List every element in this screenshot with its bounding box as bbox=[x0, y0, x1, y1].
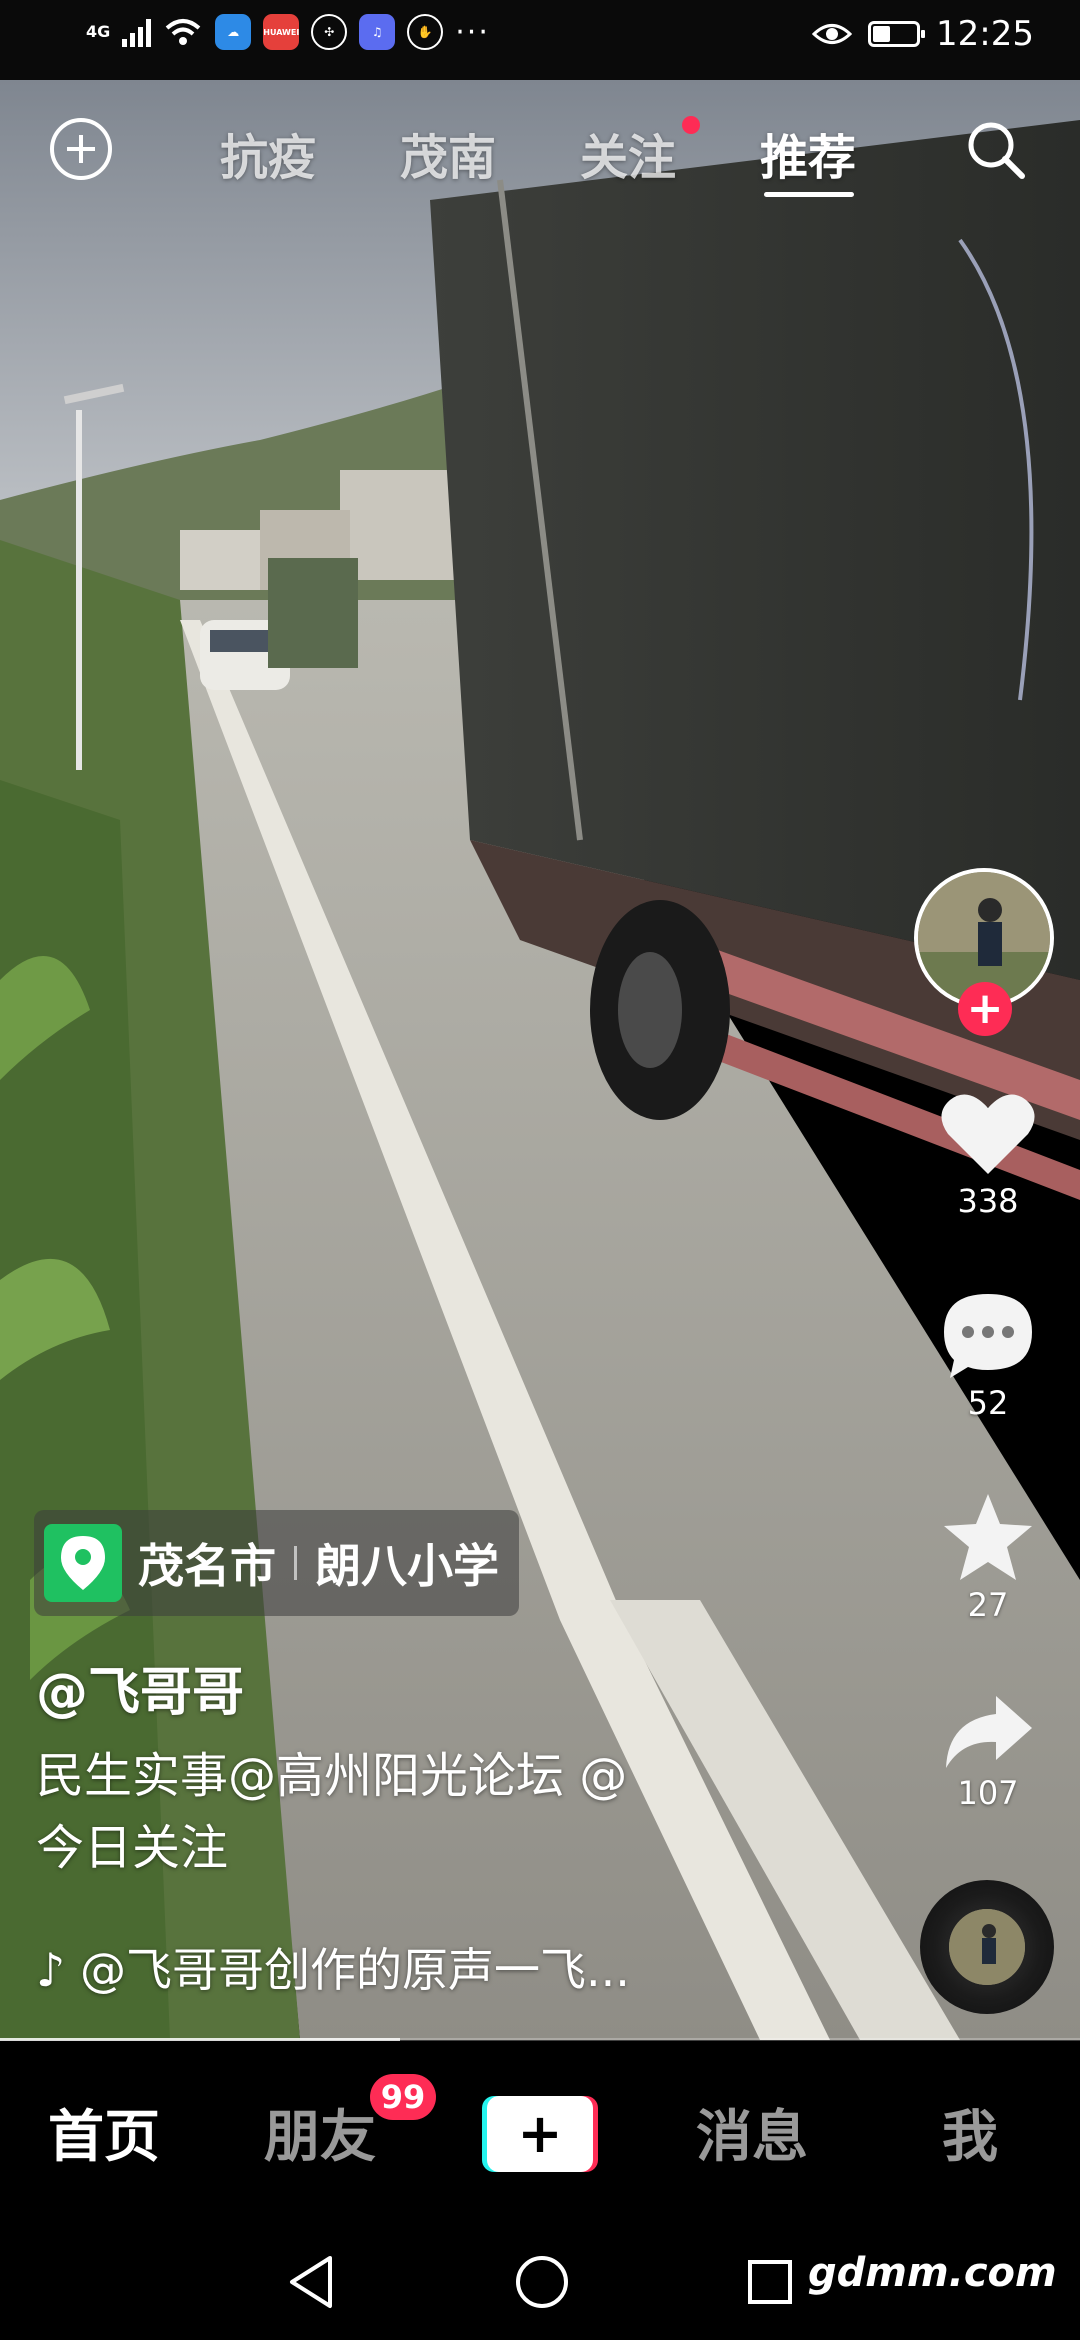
music-title: @飞哥哥创作的原声一飞... bbox=[79, 1943, 630, 1997]
like-count: 338 bbox=[957, 1182, 1019, 1220]
music-icon: ♫ bbox=[359, 14, 396, 50]
more-notifications-icon: ··· bbox=[455, 14, 490, 50]
like-button[interactable]: 338 bbox=[928, 1090, 1048, 1220]
add-channel-button[interactable] bbox=[50, 118, 112, 180]
heart-icon bbox=[941, 1094, 1035, 1174]
following-red-dot bbox=[682, 116, 700, 134]
music-disc-button[interactable] bbox=[920, 1880, 1054, 2014]
location-city: 茂名市 bbox=[138, 1539, 276, 1593]
location-pin-icon bbox=[44, 1524, 122, 1602]
tab-following[interactable]: 关注 bbox=[580, 118, 676, 188]
follow-button[interactable]: + bbox=[958, 982, 1012, 1036]
description-line-2: 今日关注 bbox=[36, 1820, 229, 1876]
author-name[interactable]: @飞哥哥 bbox=[36, 1650, 244, 1725]
description-line-1: 民生实事@高州阳光论坛 @ bbox=[36, 1748, 628, 1804]
tab-kangyi[interactable]: 抗疫 bbox=[220, 118, 316, 188]
status-right: 12:25 bbox=[812, 14, 1034, 54]
eye-icon bbox=[812, 24, 853, 44]
plus-icon: + bbox=[517, 2102, 563, 2165]
favorite-button[interactable]: 27 bbox=[928, 1492, 1048, 1624]
weather-icon: ☁ bbox=[215, 14, 252, 50]
top-nav: 抗疫 茂南 关注 推荐 bbox=[0, 100, 1080, 210]
favorite-count: 27 bbox=[967, 1586, 1009, 1624]
home-circle-icon[interactable] bbox=[514, 2254, 570, 2310]
music-info[interactable]: ♪ @飞哥哥创作的原声一飞... bbox=[36, 1934, 630, 2000]
system-nav-bar: gdmm.com bbox=[0, 2230, 1080, 2340]
status-bar: 4G ☁ HUAWEI ✣ ♫ ✋ ··· 12:25 bbox=[0, 0, 1080, 80]
clock: 12:25 bbox=[936, 14, 1034, 54]
friends-badge: 99 bbox=[370, 2074, 436, 2120]
search-icon[interactable] bbox=[964, 118, 1028, 182]
playback-progress[interactable] bbox=[0, 2038, 1080, 2041]
tab-recommended[interactable]: 推荐 bbox=[760, 118, 856, 188]
watermark: gdmm.com bbox=[808, 2250, 1057, 2296]
network-type: 4G bbox=[86, 22, 111, 41]
video-description[interactable]: 民生实事@高州阳光论坛 @ 今日关注 bbox=[36, 1740, 796, 1884]
active-tab-indicator bbox=[764, 192, 854, 197]
location-place: 朗八小学 bbox=[315, 1539, 499, 1593]
location-tag[interactable]: 茂名市 朗八小学 bbox=[34, 1510, 519, 1616]
tab-maonan[interactable]: 茂南 bbox=[400, 118, 496, 188]
back-icon[interactable] bbox=[286, 2254, 336, 2310]
huawei-icon: HUAWEI bbox=[263, 14, 299, 50]
recents-square-icon[interactable] bbox=[746, 2258, 794, 2306]
create-button-face: + bbox=[487, 2096, 593, 2172]
share-button[interactable]: 107 bbox=[928, 1694, 1048, 1812]
wifi-icon bbox=[165, 19, 201, 45]
tab-friends[interactable]: 朋友 bbox=[264, 2092, 376, 2173]
vpn-icon: ✣ bbox=[311, 14, 348, 50]
location-divider bbox=[294, 1546, 297, 1580]
tab-home[interactable]: 首页 bbox=[48, 2092, 160, 2173]
comment-button[interactable]: 52 bbox=[928, 1290, 1048, 1422]
music-note-icon: ♪ bbox=[36, 1943, 66, 1997]
signal-icon bbox=[122, 17, 152, 47]
tab-me[interactable]: 我 bbox=[942, 2092, 998, 2173]
battery-fill bbox=[873, 26, 891, 42]
battery-icon bbox=[868, 21, 926, 47]
star-icon bbox=[944, 1494, 1032, 1580]
share-count: 107 bbox=[957, 1774, 1019, 1812]
music-cover bbox=[946, 1906, 1028, 1988]
comment-count: 52 bbox=[967, 1384, 1009, 1422]
playback-progress-fill bbox=[0, 2038, 400, 2041]
share-icon bbox=[946, 1696, 1032, 1768]
tab-messages[interactable]: 消息 bbox=[696, 2092, 808, 2173]
comment-icon bbox=[944, 1294, 1032, 1378]
bottom-tab-bar: 首页 朋友 99 + 消息 我 bbox=[0, 2044, 1080, 2230]
hand-icon: ✋ bbox=[407, 14, 444, 50]
status-left: 4G ☁ HUAWEI ✣ ♫ ✋ ··· bbox=[86, 14, 490, 50]
create-button[interactable]: + bbox=[482, 2096, 598, 2172]
